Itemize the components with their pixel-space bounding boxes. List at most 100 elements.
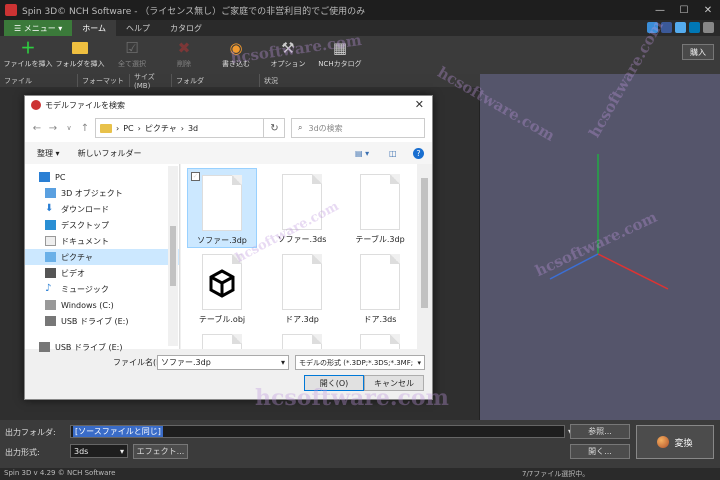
search-input[interactable]: ⌕ 3dの検索: [291, 118, 425, 138]
options-button[interactable]: ⚒ オプション: [262, 36, 314, 74]
filename-row: ファイル名(N): ソファー.3dp ▾ モデルの形式 (*.3DP;*.3DS;…: [25, 352, 432, 372]
file-item[interactable]: ドア.3dp: [267, 248, 337, 328]
file-name: ドア.3ds: [363, 315, 397, 324]
back-arrow-icon[interactable]: ←: [29, 123, 45, 134]
column-format[interactable]: フォーマット: [78, 74, 130, 87]
main-menu-button[interactable]: ☰ メニュー ▾: [4, 20, 73, 36]
preview-pane-icon[interactable]: ◫: [389, 149, 397, 158]
checkbox-icon[interactable]: ✓: [191, 172, 200, 181]
file-scroll-thumb[interactable]: [421, 178, 428, 308]
folder-icon: [100, 123, 112, 133]
help-icon[interactable]: [703, 22, 714, 33]
like-icon[interactable]: [647, 22, 658, 33]
nav-item-pc[interactable]: PC: [25, 169, 179, 185]
select-all-button[interactable]: ☑ 全て選択: [106, 36, 158, 74]
dialog-title-bar: モデルファイルを検索 ✕: [25, 96, 432, 114]
file-name: ソファー.3dp: [197, 236, 247, 245]
close-button[interactable]: ✕: [696, 0, 720, 20]
nav-item-pictures[interactable]: ピクチャ: [25, 249, 179, 265]
breadcrumb-3d[interactable]: 3d: [188, 124, 198, 133]
refresh-button[interactable]: ↻: [263, 118, 285, 138]
add-file-button[interactable]: ＋ ファイルを挿入: [2, 36, 54, 74]
output-format-select[interactable]: 3ds ▾: [70, 444, 128, 458]
nav-scrollbar[interactable]: [168, 166, 178, 346]
open-button[interactable]: 開く(O): [304, 375, 364, 391]
nav-item-music[interactable]: ♪ ミュージック: [25, 281, 179, 297]
nav-item-desktop[interactable]: デスクトップ: [25, 217, 179, 233]
file-item[interactable]: [187, 328, 257, 349]
delete-button[interactable]: ✖ 削除: [158, 36, 210, 74]
facebook-icon[interactable]: [661, 22, 672, 33]
dialog-close-icon[interactable]: ✕: [415, 98, 424, 111]
desktop-icon: [45, 220, 56, 230]
effects-button[interactable]: エフェクト...: [133, 444, 188, 459]
linkedin-icon[interactable]: [689, 22, 700, 33]
nav-item-label: ビデオ: [61, 268, 85, 278]
browse-button[interactable]: 参照...: [570, 424, 630, 439]
new-folder-button[interactable]: 新しいフォルダー: [78, 148, 142, 159]
up-arrow-icon[interactable]: ↑: [77, 123, 93, 134]
write-button[interactable]: ◉ 書き込む: [210, 36, 262, 74]
nav-scroll-thumb[interactable]: [170, 226, 176, 286]
nav-item-usb-e[interactable]: USB ドライブ (E:): [25, 313, 179, 329]
file-grid: ✓ ソファー.3dp ソファー.3ds テーブル.3dp テーブル.obj ドア…: [181, 164, 417, 349]
file-item[interactable]: ドア.3ds: [345, 248, 415, 328]
file-item[interactable]: テーブル.obj: [187, 248, 257, 328]
nav-item-3d-objects[interactable]: 3D オブジェクト: [25, 185, 179, 201]
file-name: ソファー.3ds: [277, 235, 327, 244]
file-item[interactable]: テーブル.3dp: [345, 168, 415, 248]
file-item[interactable]: ソファー.3ds: [267, 168, 337, 248]
social-links: [647, 22, 714, 33]
file-item[interactable]: [267, 328, 337, 349]
filename-value: ソファー.3dp: [161, 358, 211, 367]
organize-button[interactable]: 整理 ▾: [37, 148, 60, 159]
column-status[interactable]: 状況: [260, 74, 380, 87]
nav-item-downloads[interactable]: ⬇ ダウンロード: [25, 201, 179, 217]
convert-button[interactable]: 変換: [636, 425, 714, 459]
nav-item-documents[interactable]: ドキュメント: [25, 233, 179, 249]
drive-icon: [45, 300, 56, 310]
forward-arrow-icon[interactable]: →: [45, 123, 61, 134]
cancel-button[interactable]: キャンセル: [364, 375, 424, 391]
chevron-down-icon[interactable]: ▾: [281, 358, 285, 367]
breadcrumb-pictures[interactable]: ピクチャ: [145, 123, 177, 134]
column-size[interactable]: サイズ(MB): [130, 73, 172, 90]
twitter-icon[interactable]: [675, 22, 686, 33]
toolbar: ＋ファイルを挿入 フォルダを挿入 ☑ 全て選択 ✖ 削除 ◉ 書き込む ⚒ オプション …: [0, 36, 720, 74]
file-type-select[interactable]: モデルの形式 (*.3DP;*.3DS;*.3MF; ▾: [295, 355, 425, 370]
options-label: オプション: [270, 60, 306, 68]
column-folder[interactable]: フォルダ: [172, 74, 260, 87]
output-folder-field[interactable]: [ソースファイルと同じ]: [70, 425, 565, 438]
breadcrumb-pc[interactable]: PC: [123, 124, 133, 133]
3d-preview-viewport[interactable]: [480, 74, 720, 420]
nav-item-label: USB ドライブ (E:): [61, 316, 129, 326]
minimize-button[interactable]: —: [648, 0, 672, 20]
file-item[interactable]: [345, 328, 415, 349]
view-options-icon[interactable]: ▤ ▾: [355, 149, 369, 158]
nav-item-label: ダウンロード: [61, 204, 109, 214]
tab-help[interactable]: ヘルプ: [116, 20, 160, 36]
nav-item-videos[interactable]: ビデオ: [25, 265, 179, 281]
recent-chevron-icon[interactable]: ∨: [61, 124, 77, 132]
address-bar-row: ← → ∨ ↑ › PC › ピクチャ › 3d ↻ ⌕ 3dの検索: [25, 114, 432, 142]
buy-button[interactable]: 購入: [682, 44, 714, 60]
file-grid-scrollbar[interactable]: [418, 164, 431, 349]
nav-item-label: USB ドライブ (E:): [55, 342, 123, 352]
x-axis-line: [597, 253, 669, 290]
plus-icon: ＋: [20, 39, 36, 57]
nav-item-windows-c[interactable]: Windows (C:): [25, 297, 179, 313]
add-folder-button[interactable]: フォルダを挿入: [54, 36, 106, 74]
filename-input[interactable]: ソファー.3dp ▾: [157, 355, 289, 370]
column-file[interactable]: ファイル: [0, 74, 78, 87]
maximize-button[interactable]: ☐: [672, 0, 696, 20]
help-icon[interactable]: ?: [413, 147, 424, 159]
nch-catalog-button[interactable]: ▦ NCHカタログ: [314, 36, 366, 74]
tab-home[interactable]: ホーム: [72, 20, 117, 36]
file-item[interactable]: ✓ ソファー.3dp: [187, 168, 257, 248]
usb-icon: [45, 316, 56, 326]
tab-catalog[interactable]: カタログ: [160, 20, 212, 36]
cube-icon: [45, 188, 56, 198]
address-bar[interactable]: › PC › ピクチャ › 3d: [95, 118, 285, 138]
open-output-button[interactable]: 開く...: [570, 444, 630, 459]
download-icon: ⬇: [45, 203, 54, 214]
